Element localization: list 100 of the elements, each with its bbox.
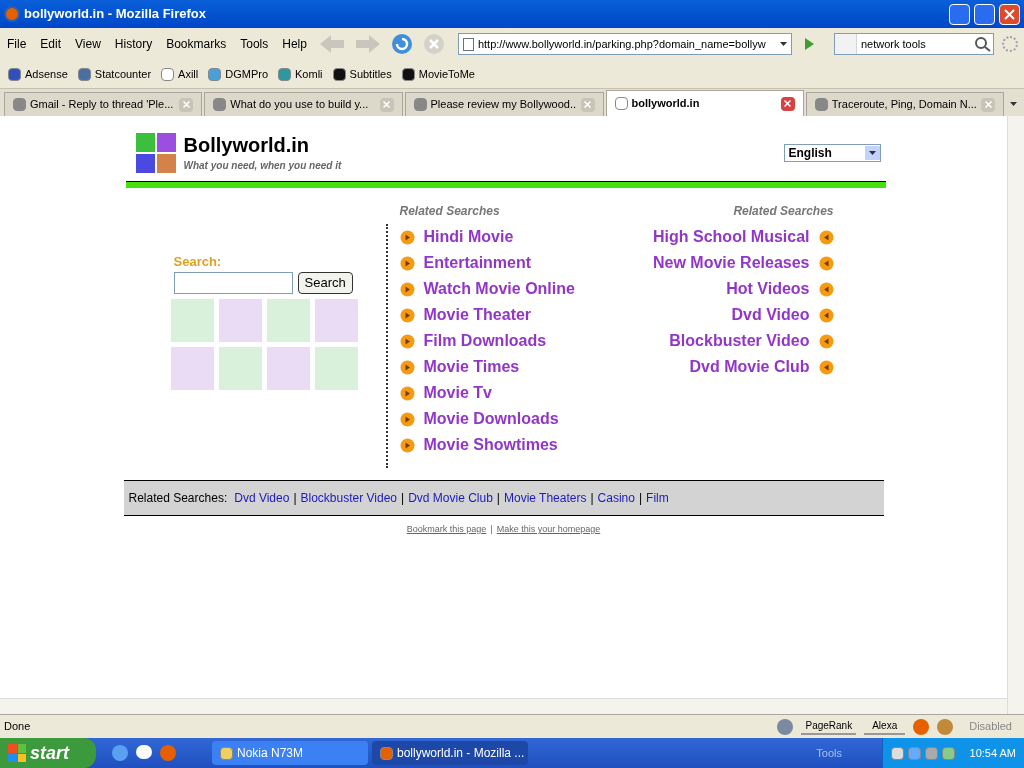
site-title: Bollyworld.in xyxy=(183,133,311,158)
bookmark-item[interactable]: Statcounter xyxy=(77,65,152,83)
windows-logo-icon xyxy=(8,744,26,762)
web-search-field[interactable]: network tools xyxy=(833,33,994,55)
arrow-bullet-icon xyxy=(399,307,415,323)
related-search-link[interactable]: Movie Downloads xyxy=(423,407,559,431)
window-title: bollyworld.in - Mozilla Firefox xyxy=(24,5,207,24)
related-search-link[interactable]: Entertainment xyxy=(423,251,532,275)
tray-icon xyxy=(891,746,904,760)
separator: | xyxy=(638,490,643,507)
bookmark-item[interactable]: DGMPro xyxy=(208,65,269,83)
minimize-button[interactable] xyxy=(949,3,970,25)
tile xyxy=(314,298,358,342)
pagerank-widget[interactable]: PageRank xyxy=(801,718,857,735)
dropdown-caret-icon[interactable] xyxy=(1009,102,1017,106)
menu-item[interactable]: Help xyxy=(279,35,310,53)
bar-link[interactable]: Dvd Movie Club xyxy=(408,489,493,507)
related-search-link[interactable]: Blockbuster Video xyxy=(669,329,810,353)
reload-icon[interactable] xyxy=(389,32,414,56)
menu-item[interactable]: File xyxy=(4,35,30,53)
url-text: http://www.bollyworld.in/parking.php?domain_name=bollyw xyxy=(477,36,767,52)
tile xyxy=(266,346,310,390)
vertical-scrollbar[interactable] xyxy=(1007,116,1024,714)
related-search-link[interactable]: Hot Videos xyxy=(726,277,810,301)
disabled-status: Disabled xyxy=(968,719,1013,735)
language-select[interactable]: English xyxy=(783,144,881,162)
related-search-link[interactable]: Hindi Movie xyxy=(423,225,514,249)
related-search-link[interactable]: Movie Times xyxy=(423,355,520,379)
search-icon[interactable] xyxy=(972,35,993,53)
site-tagline: What you need, when you need it xyxy=(183,159,342,173)
arrow-bullet-icon xyxy=(818,359,834,375)
browser-tab[interactable]: Gmail - Reply to thread 'Ple... xyxy=(4,92,203,116)
search-label: Search: xyxy=(173,253,223,271)
bar-link[interactable]: Blockbuster Video xyxy=(300,489,398,507)
search-input[interactable] xyxy=(173,271,293,294)
horizontal-scrollbar[interactable] xyxy=(0,698,1007,714)
arrow-bullet-icon xyxy=(399,333,415,349)
arrow-bullet-icon xyxy=(818,307,834,323)
close-icon xyxy=(584,101,592,108)
tab-close-button[interactable] xyxy=(780,96,795,111)
browser-tab[interactable]: Please review my Bollywood... xyxy=(404,92,604,116)
search-text: network tools xyxy=(859,36,927,52)
menu-item[interactable]: View xyxy=(72,35,104,53)
related-search-link[interactable]: Movie Showtimes xyxy=(423,433,558,457)
bookmark-item[interactable]: Komli xyxy=(278,65,323,83)
menu-item[interactable]: Bookmarks xyxy=(163,35,230,53)
related-search-link[interactable]: Movie Theater xyxy=(423,303,532,327)
close-icon xyxy=(182,101,190,108)
footer-link[interactable]: Make this your homepage xyxy=(496,523,601,537)
taskbar-button[interactable]: bollyworld.in - Mozilla ... xyxy=(372,741,528,765)
separator: | xyxy=(490,523,493,536)
related-search-link[interactable]: New Movie Releases xyxy=(652,251,810,275)
browser-tab[interactable]: What do you use to build y... xyxy=(204,92,403,116)
related-search-link[interactable]: Watch Movie Online xyxy=(423,277,575,301)
browser-tab[interactable]: Traceroute, Ping, Domain N... xyxy=(805,92,1005,116)
browser-tab[interactable]: bollyworld.in xyxy=(605,90,804,116)
related-search-link[interactable]: Movie Tv xyxy=(423,381,492,405)
address-field[interactable]: http://www.bollyworld.in/parking.php?domain_name=bollyw xyxy=(457,33,792,55)
menu-item[interactable]: Edit xyxy=(37,35,65,53)
menu-item[interactable]: History xyxy=(111,35,156,53)
dropdown-caret-icon[interactable] xyxy=(780,42,788,46)
status-text: Done xyxy=(4,719,32,735)
menu-item[interactable]: Tools xyxy=(237,35,272,53)
bookmark-item[interactable]: Subtitles xyxy=(332,65,392,83)
related-search-link[interactable]: Film Downloads xyxy=(423,329,547,353)
arrow-bullet-icon xyxy=(399,411,415,427)
tab-favicon xyxy=(413,98,427,111)
related-search-link[interactable]: High School Musical xyxy=(653,225,810,249)
window-icon xyxy=(220,746,233,760)
arrow-bullet-icon xyxy=(399,281,415,297)
footer-link[interactable]: Bookmark this page xyxy=(406,523,487,537)
dropdown-button[interactable] xyxy=(864,146,880,160)
bar-link[interactable]: Dvd Video xyxy=(234,489,290,507)
close-icon xyxy=(383,101,391,108)
bookmark-item[interactable]: Axill xyxy=(161,65,199,83)
bookmark-icon xyxy=(8,67,21,81)
arrow-bullet-icon xyxy=(399,385,415,401)
arrow-bullet-icon xyxy=(818,281,834,297)
close-button[interactable] xyxy=(999,3,1020,25)
bookmark-item[interactable]: MovieToMe xyxy=(401,65,475,83)
page-icon xyxy=(462,37,474,51)
taskbar-button[interactable]: Nokia N73M xyxy=(212,741,368,765)
tile xyxy=(170,298,214,342)
dropdown-caret-icon[interactable] xyxy=(868,151,876,155)
tile xyxy=(314,346,358,390)
bookmark-icon xyxy=(278,67,292,81)
tile xyxy=(170,346,214,390)
maximize-button[interactable] xyxy=(974,3,995,25)
bookmark-icon xyxy=(161,67,175,81)
alexa-widget[interactable]: Alexa xyxy=(864,718,906,735)
related-search-link[interactable]: Dvd Movie Club xyxy=(689,355,810,379)
bar-link[interactable]: Casino xyxy=(597,489,635,507)
bookmark-item[interactable]: Adsense xyxy=(8,65,68,83)
bar-link[interactable]: Movie Theaters xyxy=(504,489,587,507)
tools-toolbar-label: Tools xyxy=(816,745,842,761)
bar-link[interactable]: Film xyxy=(646,489,669,507)
stop-icon[interactable] xyxy=(421,32,446,56)
related-search-link[interactable]: Dvd Video xyxy=(731,303,810,327)
search-button[interactable]: Search xyxy=(297,271,353,294)
start-button[interactable]: start xyxy=(0,738,96,768)
